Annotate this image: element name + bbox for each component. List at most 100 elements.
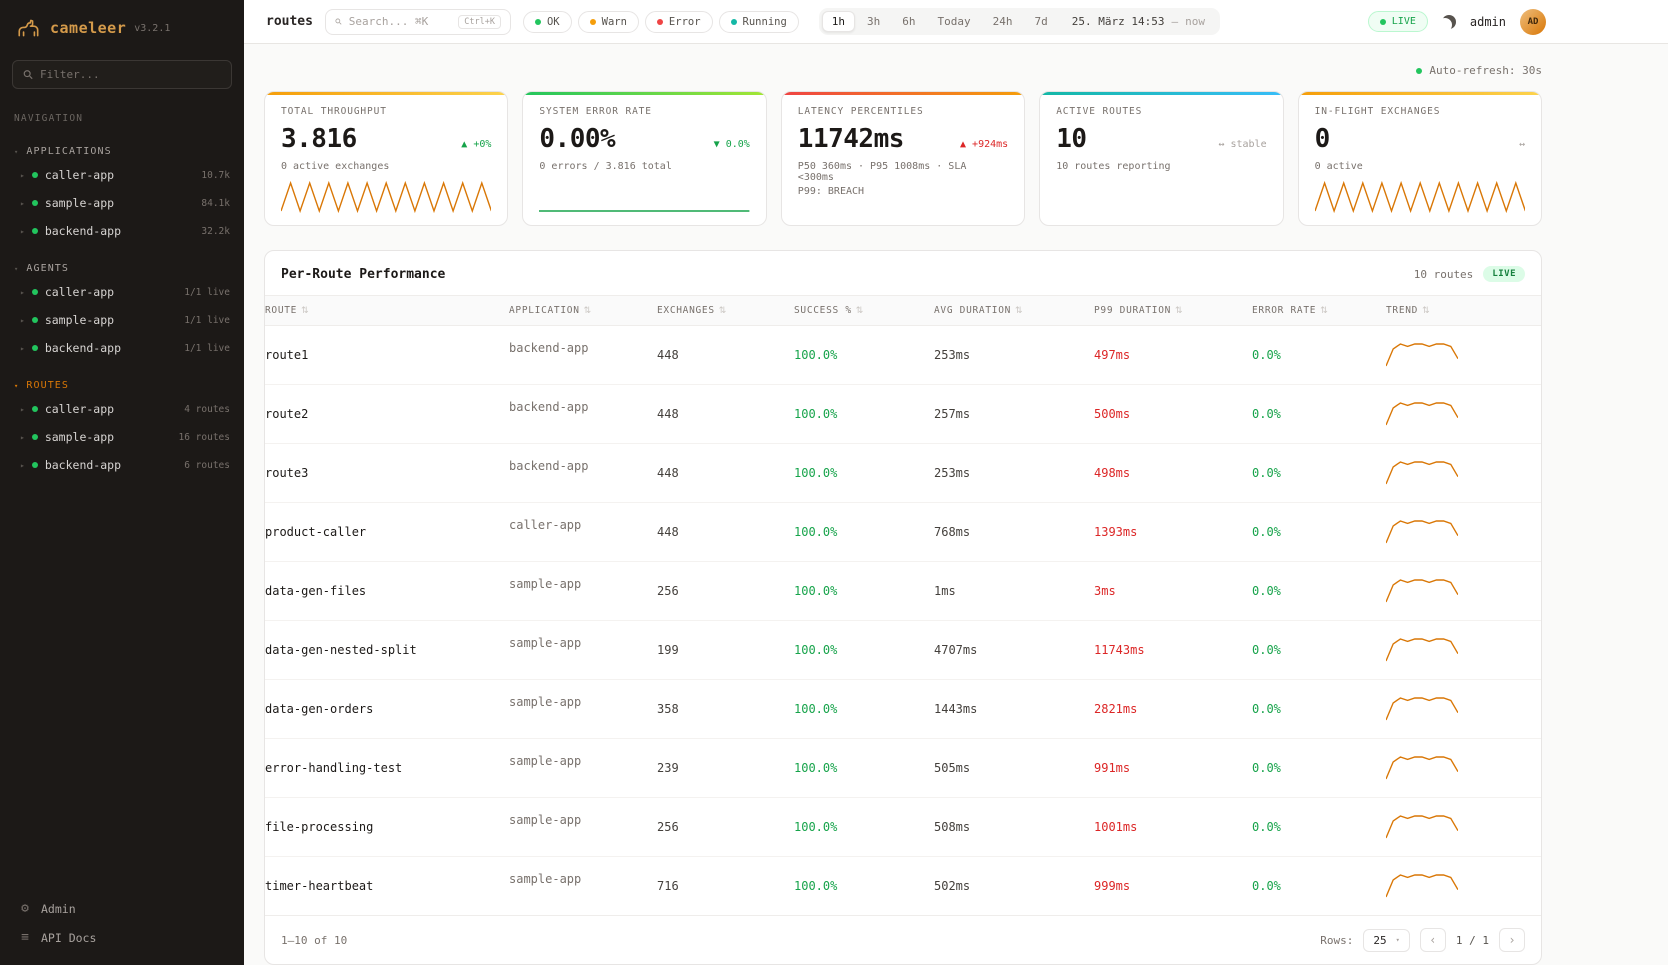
cell-trend — [1386, 680, 1541, 739]
sidebar-item[interactable]: ▸ caller-app 1/1 live — [0, 278, 244, 306]
live-badge[interactable]: LIVE — [1368, 11, 1428, 32]
cell-success: 100.0% — [794, 798, 934, 857]
sidebar-item[interactable]: ▸ sample-app 84.1k — [0, 189, 244, 217]
status-filter-pill[interactable]: OK — [523, 11, 572, 33]
sidebar-item[interactable]: ▸ caller-app 10.7k — [0, 161, 244, 189]
sidebar-item[interactable]: ▸ backend-app 1/1 live — [0, 334, 244, 362]
column-header-p99-duration[interactable]: P99 DURATION⇅ — [1094, 296, 1252, 326]
table-row[interactable]: file-processing sample-app 256 100.0% 50… — [265, 798, 1541, 857]
panel-meta: 10 routes LIVE — [1414, 266, 1525, 282]
sort-icon: ⇅ — [584, 306, 592, 316]
prev-page-button[interactable]: ‹ — [1420, 928, 1446, 952]
table-row[interactable]: route1 backend-app 448 100.0% 253ms 497m… — [265, 326, 1541, 385]
kpi-delta: ▲ +0% — [461, 139, 491, 150]
table-row[interactable]: error-handling-test sample-app 239 100.0… — [265, 739, 1541, 798]
sidebar-item-api-docs[interactable]: ≡ API Docs — [18, 930, 226, 945]
kpi-value: 0.00% — [539, 124, 615, 154]
chevron-down-icon: ▾ — [14, 148, 19, 156]
page-indicator: 1 / 1 — [1456, 934, 1489, 947]
trend-sparkline — [1386, 577, 1458, 605]
column-header-route[interactable]: ROUTE⇅ — [265, 296, 509, 326]
cell-avg-duration: 768ms — [934, 503, 1094, 562]
cell-p99-duration: 2821ms — [1094, 680, 1252, 739]
trend-sparkline — [1386, 813, 1458, 841]
status-filter-pill[interactable]: Warn — [578, 11, 639, 33]
range-button-7d[interactable]: 7d — [1025, 11, 1058, 32]
cell-exchanges: 239 — [657, 739, 794, 798]
range-button-3h[interactable]: 3h — [857, 11, 890, 32]
cell-error-rate: 0.0% — [1252, 798, 1386, 857]
table-row[interactable]: data-gen-nested-split sample-app 199 100… — [265, 621, 1541, 680]
column-header-error-rate[interactable]: ERROR RATE⇅ — [1252, 296, 1386, 326]
sidebar-item-admin[interactable]: ⚙ Admin — [18, 901, 226, 916]
sidebar-item-badge: 16 routes — [179, 432, 230, 443]
sidebar-item[interactable]: ▸ backend-app 32.2k — [0, 217, 244, 245]
rows-per-page-select[interactable]: 25 ▾ — [1363, 929, 1409, 952]
status-filter-pill[interactable]: Running — [719, 11, 799, 33]
cell-avg-duration: 253ms — [934, 444, 1094, 503]
column-header-avg-duration[interactable]: AVG DURATION⇅ — [934, 296, 1094, 326]
sidebar-item[interactable]: ▸ backend-app 6 routes — [0, 451, 244, 479]
table-row[interactable]: route3 backend-app 448 100.0% 253ms 498m… — [265, 444, 1541, 503]
sidebar-item-label: caller-app — [45, 285, 114, 299]
range-button-1h[interactable]: 1h — [822, 11, 855, 32]
content-scroll[interactable]: Auto-refresh: 30s TOTAL THROUGHPUT 3.816… — [244, 44, 1668, 965]
trend-sparkline — [1386, 872, 1458, 900]
footer-item-label: Admin — [41, 902, 76, 916]
cell-avg-duration: 508ms — [934, 798, 1094, 857]
chevron-right-icon: ▸ — [20, 344, 25, 353]
section-header-applications[interactable]: ▾ APPLICATIONS — [0, 142, 244, 161]
status-dot — [32, 345, 38, 351]
search-box[interactable]: Ctrl+K — [325, 9, 511, 35]
chevron-right-icon: ▸ — [20, 288, 25, 297]
cell-trend — [1386, 562, 1541, 621]
cell-avg-duration: 257ms — [934, 385, 1094, 444]
status-filter-pill[interactable]: Error — [645, 11, 713, 33]
section-header-agents[interactable]: ▾ AGENTS — [0, 259, 244, 278]
search-input[interactable] — [349, 15, 451, 28]
kpi-value: 0 — [1315, 124, 1330, 154]
table-row[interactable]: data-gen-orders sample-app 358 100.0% 14… — [265, 680, 1541, 739]
cell-error-rate: 0.0% — [1252, 444, 1386, 503]
sidebar-section-applications: ▾ APPLICATIONS ▸ caller-app 10.7k ▸ — [0, 142, 244, 245]
avatar[interactable]: AD — [1520, 9, 1546, 35]
table-row[interactable]: route2 backend-app 448 100.0% 257ms 500m… — [265, 385, 1541, 444]
cell-p99-duration: 999ms — [1094, 857, 1252, 916]
column-header-success[interactable]: SUCCESS %⇅ — [794, 296, 934, 326]
cell-trend — [1386, 326, 1541, 385]
cell-route: timer-heartbeat — [265, 857, 509, 916]
range-button-24h[interactable]: 24h — [983, 11, 1023, 32]
column-header-trend[interactable]: TREND⇅ — [1386, 296, 1541, 326]
cell-exchanges: 199 — [657, 621, 794, 680]
column-header-exchanges[interactable]: EXCHANGES⇅ — [657, 296, 794, 326]
sidebar-item[interactable]: ▸ caller-app 4 routes — [0, 395, 244, 423]
range-button-6h[interactable]: 6h — [892, 11, 925, 32]
cell-application: sample-app — [509, 621, 657, 665]
panel-header: Per-Route Performance 10 routes LIVE — [265, 251, 1541, 295]
sort-icon: ⇅ — [1175, 306, 1183, 316]
section-header-routes[interactable]: ▾ ROUTES — [0, 376, 244, 395]
chevron-right-icon: ▸ — [20, 227, 25, 236]
table-row[interactable]: data-gen-files sample-app 256 100.0% 1ms… — [265, 562, 1541, 621]
next-page-button[interactable]: › — [1499, 928, 1525, 952]
sidebar-item[interactable]: ▸ sample-app 16 routes — [0, 423, 244, 451]
kpi-value: 10 — [1056, 124, 1086, 154]
sidebar-footer: ⚙ Admin ≡ API Docs — [0, 887, 244, 965]
chevron-right-icon: ▸ — [20, 171, 25, 180]
table-row[interactable]: timer-heartbeat sample-app 716 100.0% 50… — [265, 857, 1541, 916]
content: Auto-refresh: 30s TOTAL THROUGHPUT 3.816… — [264, 44, 1542, 965]
sort-icon: ⇅ — [301, 306, 309, 316]
routes-count: 10 routes — [1414, 268, 1474, 281]
sidebar-filter-input[interactable] — [40, 68, 221, 81]
table-row[interactable]: product-caller caller-app 448 100.0% 768… — [265, 503, 1541, 562]
sidebar-item-badge: 1/1 live — [184, 287, 230, 298]
section-label: AGENTS — [26, 263, 69, 274]
sidebar-item[interactable]: ▸ sample-app 1/1 live — [0, 306, 244, 334]
column-header-application[interactable]: APPLICATION⇅ — [509, 296, 657, 326]
chevron-down-icon: ▾ — [14, 382, 19, 390]
status-dot — [590, 19, 596, 25]
range-button-today[interactable]: Today — [928, 11, 981, 32]
trend-sparkline — [1386, 754, 1458, 782]
sidebar-filter[interactable] — [12, 60, 232, 89]
dark-mode-toggle-moon-icon[interactable] — [1442, 15, 1456, 29]
